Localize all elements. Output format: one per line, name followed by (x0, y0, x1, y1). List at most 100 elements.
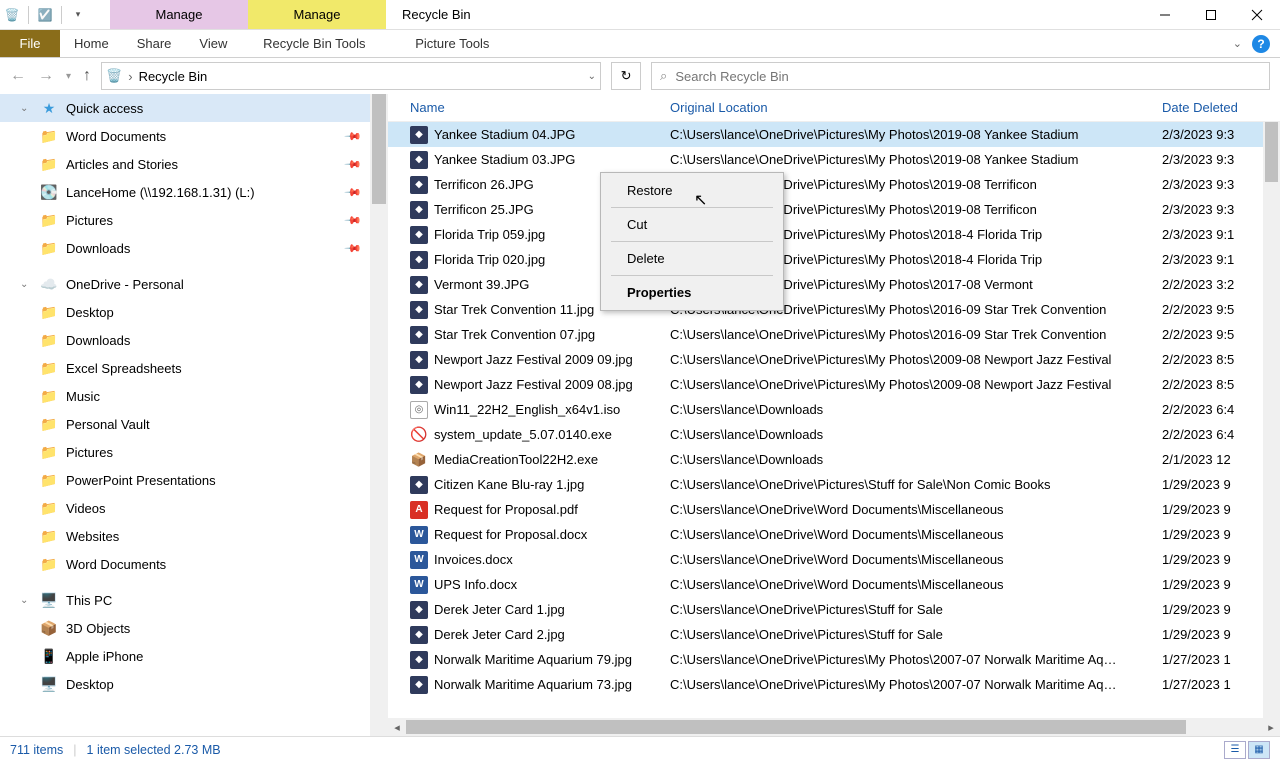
folder-icon: 📁 (40, 527, 58, 545)
view-details-button[interactable]: ☰ (1224, 741, 1246, 759)
ribbon-tab[interactable]: Share (123, 36, 186, 51)
file-row[interactable]: ◆Vermont 39.JPGC:\Users\lance\OneDrive\P… (388, 272, 1280, 297)
sidebar-item[interactable]: 📁Word Documents📌 (0, 122, 370, 150)
file-row[interactable]: ◆Yankee Stadium 03.JPGC:\Users\lance\One… (388, 147, 1280, 172)
search-box[interactable]: ⌕ (651, 62, 1270, 90)
file-row[interactable]: WInvoices.docxC:\Users\lance\OneDrive\Wo… (388, 547, 1280, 572)
sidebar-item[interactable]: 📁Personal Vault (0, 410, 370, 438)
address-location[interactable]: Recycle Bin (139, 69, 208, 84)
exe-icon (410, 451, 428, 469)
image-icon: ◆ (410, 226, 428, 244)
sidebar-item[interactable]: 📁Downloads📌 (0, 234, 370, 262)
column-original-location[interactable]: Original Location (670, 100, 1162, 115)
sidebar-onedrive[interactable]: ⌄ ☁️ OneDrive - Personal (0, 270, 370, 298)
address-bar[interactable]: 🗑️ › Recycle Bin ⌄ (101, 62, 601, 90)
file-name: system_update_5.07.0140.exe (434, 427, 612, 442)
file-row[interactable]: ◆Terrificon 26.JPGC:\Users\lance\OneDriv… (388, 172, 1280, 197)
file-row[interactable]: system_update_5.07.0140.exeC:\Users\lanc… (388, 422, 1280, 447)
sidebar-item[interactable]: 📁Articles and Stories📌 (0, 150, 370, 178)
file-row[interactable]: ◆Star Trek Convention 07.jpgC:\Users\lan… (388, 322, 1280, 347)
sidebar-this-pc[interactable]: ⌄ 🖥️ This PC (0, 586, 370, 614)
sidebar-item[interactable]: 📁Excel Spreadsheets (0, 354, 370, 382)
maximize-button[interactable] (1188, 0, 1234, 29)
sidebar-scrollbar[interactable] (370, 94, 388, 736)
exe-icon (410, 426, 428, 444)
file-list-pane: Name Original Location Date Deleted ◆Yan… (388, 94, 1280, 736)
file-row[interactable]: ◆Newport Jazz Festival 2009 09.jpgC:\Use… (388, 347, 1280, 372)
column-date-deleted[interactable]: Date Deleted (1162, 100, 1280, 115)
help-icon[interactable]: ? (1252, 35, 1270, 53)
file-row[interactable]: ◆Derek Jeter Card 1.jpgC:\Users\lance\On… (388, 597, 1280, 622)
column-name[interactable]: Name (410, 100, 670, 115)
file-row[interactable]: ◆Star Trek Convention 11.jpgC:\Users\lan… (388, 297, 1280, 322)
sidebar-item[interactable]: 📁Pictures📌 (0, 206, 370, 234)
sidebar-item-label: Downloads (66, 333, 130, 348)
file-row[interactable]: ◆Florida Trip 059.jpgC:\Users\lance\OneD… (388, 222, 1280, 247)
file-row[interactable]: ◆Norwalk Maritime Aquarium 73.jpgC:\User… (388, 672, 1280, 697)
sidebar-item[interactable]: 📱Apple iPhone (0, 642, 370, 670)
pc-icon: 🖥️ (40, 591, 58, 609)
view-large-button[interactable]: ▦ (1248, 741, 1270, 759)
content-hscrollbar[interactable]: ◂▸ (388, 718, 1280, 736)
title-bar: 🗑️ ☑️ ▾ ManageManage Recycle Bin (0, 0, 1280, 30)
chevron-down-icon[interactable]: ⌄ (20, 595, 32, 606)
file-tab[interactable]: File (0, 30, 60, 57)
file-row[interactable]: ◆Norwalk Maritime Aquarium 79.jpgC:\User… (388, 647, 1280, 672)
address-dropdown-icon[interactable]: ⌄ (588, 71, 596, 82)
content-vscrollbar[interactable] (1263, 122, 1280, 718)
context-menu-item[interactable]: Properties (603, 279, 781, 306)
ribbon-context-tab[interactable]: Manage (110, 0, 248, 29)
file-name: Florida Trip 020.jpg (434, 252, 545, 267)
navigation-pane: ⌄ ★ Quick access 📁Word Documents📌📁Articl… (0, 94, 370, 736)
file-row[interactable]: ◆Florida Trip 020.jpgC:\Users\lance\OneD… (388, 247, 1280, 272)
refresh-button[interactable]: ↻ (611, 62, 641, 90)
context-menu-item[interactable]: Delete (603, 245, 781, 272)
file-row[interactable]: WUPS Info.docxC:\Users\lance\OneDrive\Wo… (388, 572, 1280, 597)
context-menu-item[interactable]: Restore (603, 177, 781, 204)
file-row[interactable]: ◆Yankee Stadium 04.JPGC:\Users\lance\One… (388, 122, 1280, 147)
chevron-down-icon[interactable]: ⌄ (20, 103, 32, 114)
file-row[interactable]: WRequest for Proposal.docxC:\Users\lance… (388, 522, 1280, 547)
ribbon-context-subtab[interactable]: Picture Tools (383, 36, 521, 51)
minimize-button[interactable] (1142, 0, 1188, 29)
file-row[interactable]: MediaCreationTool22H2.exeC:\Users\lance\… (388, 447, 1280, 472)
sidebar-item[interactable]: 📁Pictures (0, 438, 370, 466)
chevron-right-icon[interactable]: › (128, 69, 132, 84)
sidebar-item[interactable]: 📦3D Objects (0, 614, 370, 642)
up-button[interactable]: ↑ (83, 67, 91, 85)
recent-dropdown-icon[interactable]: ▾ (66, 71, 71, 82)
file-row[interactable]: ◎Win11_22H2_English_x64v1.isoC:\Users\la… (388, 397, 1280, 422)
folder-icon: 📁 (40, 359, 58, 377)
sidebar-item[interactable]: 💽LanceHome (\\192.168.1.31) (L:)📌 (0, 178, 370, 206)
file-row[interactable]: ARequest for Proposal.pdfC:\Users\lance\… (388, 497, 1280, 522)
recycle-bin-icon: 🗑️ (106, 68, 122, 84)
context-menu-item[interactable]: Cut (603, 211, 781, 238)
sidebar-item[interactable]: 🖥️Desktop (0, 670, 370, 698)
file-row[interactable]: ◆Terrificon 25.JPGC:\Users\lance\OneDriv… (388, 197, 1280, 222)
forward-button[interactable]: → (38, 67, 54, 85)
ribbon-tab[interactable]: View (185, 36, 241, 51)
ribbon-context-subtab[interactable]: Recycle Bin Tools (245, 36, 383, 51)
qat-dropdown-icon[interactable]: ▾ (70, 7, 86, 23)
ribbon-context-tab[interactable]: Manage (248, 0, 386, 29)
close-button[interactable] (1234, 0, 1280, 29)
sidebar-item[interactable]: 📁Downloads (0, 326, 370, 354)
properties-qat-icon[interactable]: ☑️ (37, 7, 53, 23)
ribbon-collapse-icon[interactable]: ⌄ (1233, 37, 1242, 50)
sidebar-item[interactable]: 📁PowerPoint Presentations (0, 466, 370, 494)
search-input[interactable] (675, 69, 1261, 84)
chevron-down-icon[interactable]: ⌄ (20, 279, 32, 290)
file-row[interactable]: ◆Citizen Kane Blu-ray 1.jpgC:\Users\lanc… (388, 472, 1280, 497)
image-icon: ◆ (410, 301, 428, 319)
file-row[interactable]: ◆Newport Jazz Festival 2009 08.jpgC:\Use… (388, 372, 1280, 397)
sidebar-item[interactable]: 📁Desktop (0, 298, 370, 326)
sidebar-item[interactable]: 📁Videos (0, 494, 370, 522)
back-button[interactable]: ← (10, 67, 26, 85)
image-icon: ◆ (410, 601, 428, 619)
ribbon-tab[interactable]: Home (60, 36, 123, 51)
sidebar-item[interactable]: 📁Word Documents (0, 550, 370, 578)
sidebar-quick-access[interactable]: ⌄ ★ Quick access (0, 94, 370, 122)
sidebar-item[interactable]: 📁Websites (0, 522, 370, 550)
sidebar-item[interactable]: 📁Music (0, 382, 370, 410)
file-row[interactable]: ◆Derek Jeter Card 2.jpgC:\Users\lance\On… (388, 622, 1280, 647)
